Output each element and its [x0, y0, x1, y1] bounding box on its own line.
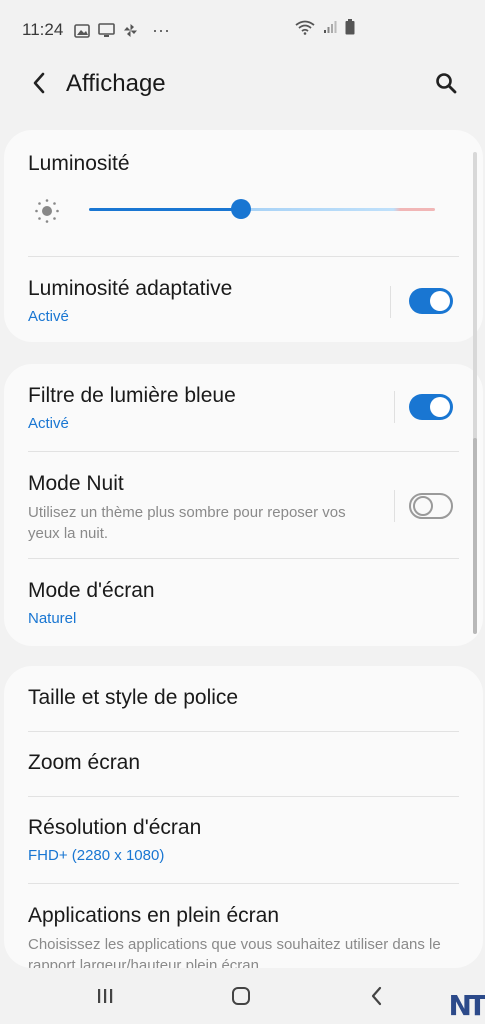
signal-icon [324, 21, 337, 33]
night-mode-title: Mode Nuit [28, 472, 124, 495]
screen-zoom-title: Zoom écran [28, 751, 141, 774]
toggle-knob [430, 291, 450, 311]
night-mode-description: Utilisez un thème plus sombre pour repos… [28, 504, 346, 542]
status-bar: 11:24 ··· [0, 0, 485, 58]
recent-apps-button[interactable] [90, 982, 120, 1010]
adaptive-brightness-toggle[interactable] [409, 288, 453, 314]
screen-mode-value: Naturel [28, 610, 77, 627]
screen-resolution-title: Résolution d'écran [28, 816, 202, 839]
screen-mirror-icon [98, 23, 115, 37]
notification-icons: ··· [74, 20, 170, 41]
search-button[interactable] [431, 68, 461, 98]
gallery-icon [74, 23, 90, 38]
separator [394, 490, 395, 522]
brightness-slider-thumb[interactable] [231, 199, 252, 219]
separator [394, 391, 395, 423]
back-button[interactable] [24, 68, 54, 98]
divider [28, 451, 459, 452]
home-button[interactable] [226, 982, 256, 1010]
fullscreen-apps-title: Applications en plein écran [28, 904, 279, 927]
brightness-card: Luminosité Luminosité adaptative Activé [4, 130, 483, 342]
battery-icon [345, 19, 355, 35]
pinwheel-icon [124, 24, 137, 37]
nav-back-button[interactable] [362, 982, 392, 1010]
divider [28, 883, 459, 884]
night-mode-toggle[interactable] [409, 493, 453, 519]
nav-back-icon [371, 986, 382, 1006]
more-icon: ··· [152, 20, 170, 40]
adaptive-brightness-status: Activé [28, 308, 69, 325]
navigation-bar: NT [0, 968, 485, 1024]
blue-light-filter-title: Filtre de lumière bleue [28, 384, 236, 407]
divider [28, 256, 459, 257]
watermark-logo: NT [448, 989, 485, 1022]
app-header: Affichage [0, 58, 485, 118]
home-icon [232, 987, 250, 1005]
adaptive-brightness-title: Luminosité adaptative [28, 277, 233, 300]
wifi-icon [295, 20, 315, 35]
search-icon [436, 73, 457, 94]
screen-mode-title: Mode d'écran [28, 579, 155, 602]
back-arrow-icon [33, 72, 45, 94]
scrollbar-thumb[interactable] [473, 438, 477, 634]
blue-light-filter-toggle[interactable] [409, 394, 453, 420]
screen-resolution-value: FHD+ (2280 x 1080) [28, 847, 165, 864]
status-time: 11:24 [22, 20, 64, 39]
scrollbar-track [473, 152, 477, 462]
fullscreen-apps-description: Choisissez les applications que vous sou… [28, 936, 441, 968]
toggle-knob [413, 496, 433, 516]
page-title: Affichage [66, 70, 166, 97]
recent-apps-icon [98, 989, 113, 1003]
font-zoom-card: Taille et style de police Zoom écran Rés… [4, 666, 483, 968]
display-filter-card: Filtre de lumière bleue Activé Mode Nuit… [4, 364, 483, 646]
system-icons [295, 19, 355, 35]
brightness-slider[interactable] [89, 208, 435, 211]
font-size-style-title: Taille et style de police [28, 686, 239, 709]
brightness-sun-icon [35, 199, 59, 223]
divider [28, 558, 459, 559]
brightness-title: Luminosité [28, 152, 130, 175]
divider [28, 731, 459, 732]
blue-light-filter-status: Activé [28, 415, 69, 432]
divider [28, 796, 459, 797]
separator [390, 286, 391, 318]
toggle-knob [430, 397, 450, 417]
